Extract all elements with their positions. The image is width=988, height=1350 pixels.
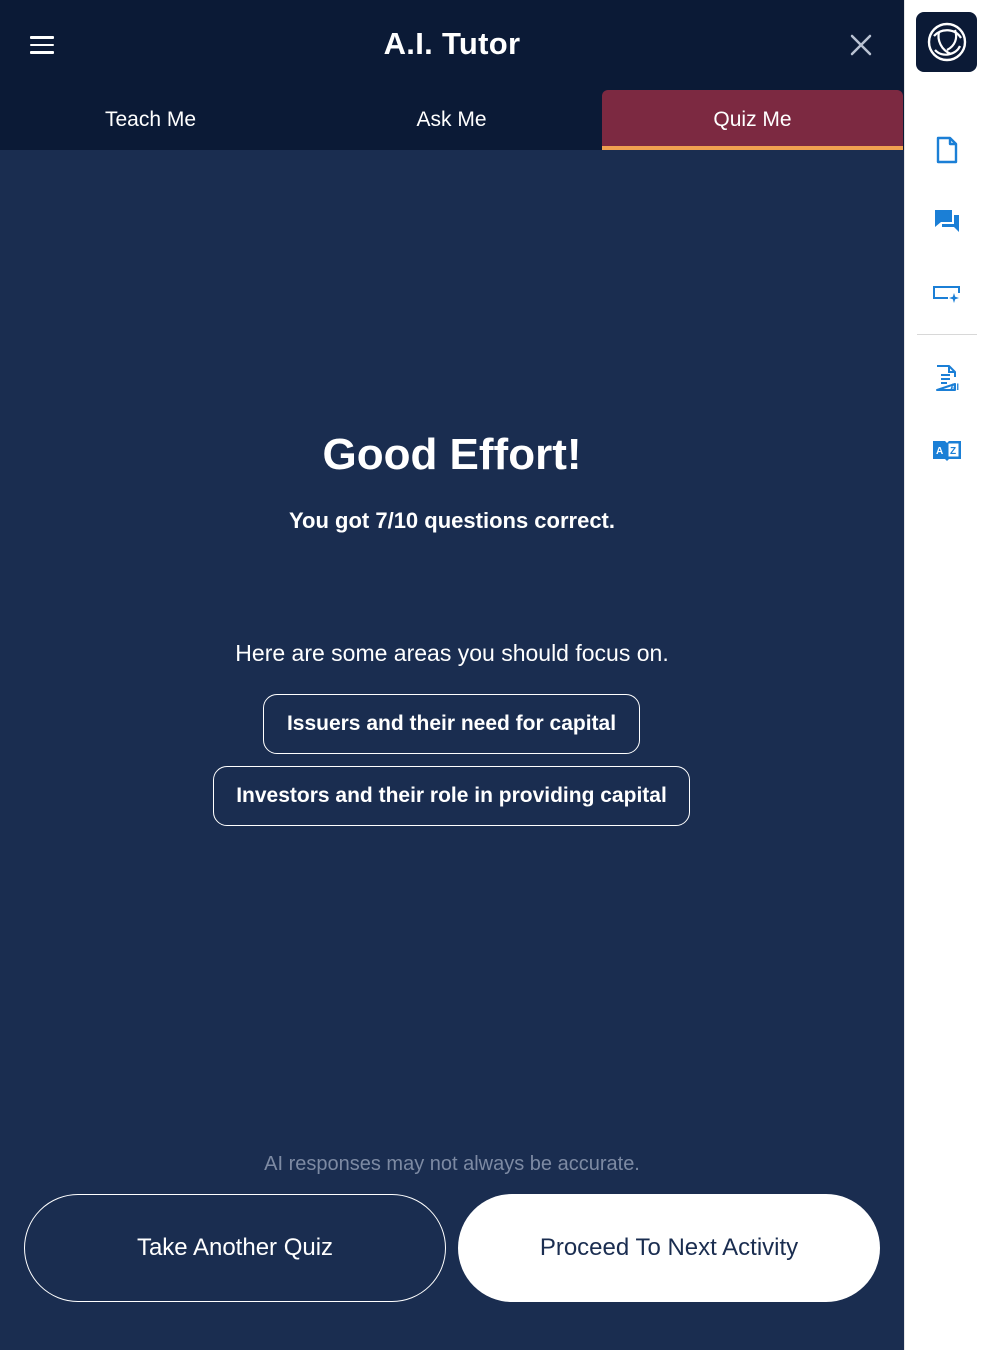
svg-text:AI: AI bbox=[950, 382, 959, 392]
right-sidebar: AI A Z bbox=[904, 0, 988, 1350]
chat-icon[interactable] bbox=[929, 203, 965, 239]
proceed-next-activity-button[interactable]: Proceed To Next Activity bbox=[458, 1194, 880, 1302]
tab-teach-me[interactable]: Teach Me bbox=[0, 90, 301, 150]
result-heading: Good Effort! bbox=[322, 430, 582, 479]
svg-text:A: A bbox=[936, 446, 943, 457]
close-icon[interactable] bbox=[848, 32, 874, 58]
tab-quiz-me[interactable]: Quiz Me bbox=[602, 90, 903, 150]
focus-intro: Here are some areas you should focus on. bbox=[235, 640, 669, 666]
sidebar-divider bbox=[917, 334, 977, 335]
ai-document-icon[interactable]: AI bbox=[929, 360, 965, 396]
take-another-quiz-button[interactable]: Take Another Quiz bbox=[24, 1194, 446, 1302]
page-title: A.I. Tutor bbox=[383, 26, 521, 61]
ai-disclaimer: AI responses may not always be accurate. bbox=[264, 1153, 640, 1175]
document-icon[interactable] bbox=[929, 132, 965, 168]
aperture-logo-icon bbox=[927, 22, 966, 62]
tab-bar: Teach Me Ask Me Quiz Me bbox=[0, 90, 904, 150]
focus-area-button[interactable]: Issuers and their need for capital bbox=[263, 694, 640, 754]
header: A.I. Tutor Teach Me Ask Me Quiz Me bbox=[0, 0, 904, 150]
score-summary: You got 7/10 questions correct. bbox=[289, 508, 615, 533]
app-logo[interactable] bbox=[916, 12, 977, 72]
svg-text:Z: Z bbox=[950, 446, 956, 457]
tab-ask-me[interactable]: Ask Me bbox=[301, 90, 602, 150]
dictionary-icon[interactable]: A Z bbox=[929, 432, 965, 468]
screen-ai-icon[interactable] bbox=[929, 276, 965, 312]
focus-area-button[interactable]: Investors and their role in providing ca… bbox=[213, 766, 690, 826]
ai-tutor-panel: A.I. Tutor Teach Me Ask Me Quiz Me Good … bbox=[0, 0, 904, 1350]
